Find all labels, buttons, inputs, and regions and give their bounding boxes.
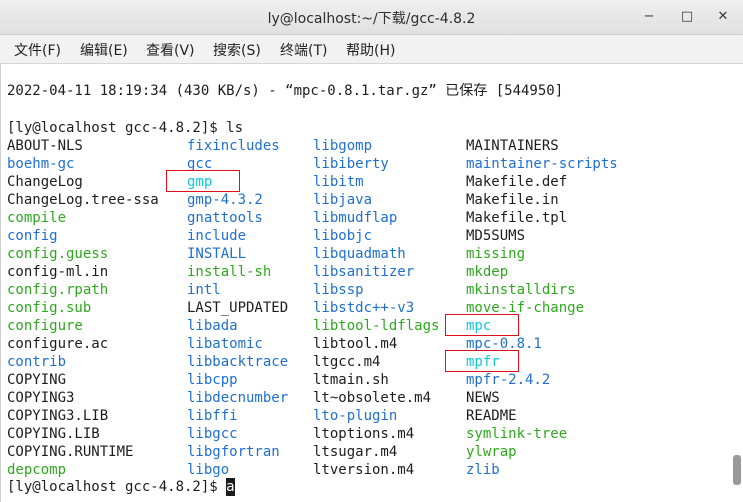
- ls-entry: fixincludes: [187, 138, 280, 154]
- ls-entry: LAST_UPDATED: [187, 300, 289, 316]
- ls-entry: libtool-ldflags: [313, 318, 440, 334]
- ls-entry: ltsugar.m4: [313, 444, 398, 460]
- ls-entry: ABOUT-NLS: [7, 138, 83, 154]
- menu-view[interactable]: 查看(V): [146, 40, 195, 60]
- ls-entry: libitm: [313, 174, 364, 190]
- ls-entry: intl: [187, 282, 221, 298]
- ls-entry: ChangeLog: [7, 174, 83, 190]
- ls-entry: COPYING3: [7, 390, 75, 406]
- ls-entry: include: [187, 228, 247, 244]
- ls-entry: configure: [7, 318, 83, 334]
- ls-entry: mpfr-2.4.2: [466, 372, 551, 388]
- ls-entry: config-ml.in: [7, 264, 109, 280]
- menu-help[interactable]: 帮助(H): [346, 40, 395, 60]
- ls-entry: libcpp: [187, 372, 238, 388]
- window-title: ly@localhost:~/下载/gcc-4.8.2: [267, 11, 476, 27]
- ls-entry: libobjc: [313, 228, 373, 244]
- ls-entry: gmp-4.3.2: [187, 192, 263, 208]
- ls-entry: missing: [466, 246, 526, 262]
- ls-entry: libsanitizer: [313, 264, 415, 280]
- scrollbar-thumb[interactable]: [733, 455, 741, 485]
- ls-entry: ltversion.m4: [313, 462, 415, 478]
- ls-entry: libffi: [187, 408, 238, 424]
- ls-entry: maintainer-scripts: [466, 156, 618, 172]
- ls-entry: libssp: [313, 282, 364, 298]
- ls-entry: libquadmath: [313, 246, 406, 262]
- ls-entry: libmudflap: [313, 210, 398, 226]
- close-icon[interactable]: ✕: [712, 6, 734, 28]
- ls-entry: libjava: [313, 192, 373, 208]
- ls-entry: mkinstalldirs: [466, 282, 576, 298]
- ls-entry: libdecnumber: [187, 390, 289, 406]
- ls-entry: COPYING: [7, 372, 67, 388]
- ls-entry: config: [7, 228, 58, 244]
- menu-bar: 文件(F) 编辑(E) 查看(V) 搜索(S) 终端(T) 帮助(H): [0, 35, 743, 64]
- ls-entry: install-sh: [187, 264, 272, 280]
- ls-entry: config.sub: [7, 300, 92, 316]
- ls-entry: libgcc: [187, 426, 238, 442]
- download-status-line: 2022-04-11 18:19:34 (430 KB/s) - “mpc-0.…: [7, 83, 564, 99]
- ls-entry: INSTALL: [187, 246, 247, 262]
- ls-entry: config.rpath: [7, 282, 109, 298]
- ls-entry: libgo: [187, 462, 230, 478]
- terminal-area[interactable]: 2022-04-11 18:19:34 (430 KB/s) - “mpc-0.…: [0, 64, 743, 502]
- maximize-icon[interactable]: □: [676, 6, 698, 28]
- ls-entry: depcomp: [7, 462, 67, 478]
- ls-entry: MAINTAINERS: [466, 138, 559, 154]
- ls-entry: libada: [187, 318, 238, 334]
- current-prompt[interactable]: [ly@localhost gcc-4.8.2]$ a: [7, 478, 235, 496]
- menu-terminal[interactable]: 终端(T): [280, 40, 327, 60]
- ls-entry: mkdep: [466, 264, 509, 280]
- window-titlebar[interactable]: ly@localhost:~/下载/gcc-4.8.2 − □ ✕: [0, 0, 743, 35]
- ls-entry: boehm-gc: [7, 156, 75, 172]
- typed-input[interactable]: a: [226, 478, 235, 496]
- ls-entry: Makefile.tpl: [466, 210, 568, 226]
- ls-entry: ltmain.sh: [313, 372, 389, 388]
- window-edge: [0, 64, 1, 502]
- ls-entry: config.guess: [7, 246, 109, 262]
- ls-entry: configure.ac: [7, 336, 109, 352]
- ls-command-line: [ly@localhost gcc-4.8.2]$ ls: [7, 120, 244, 136]
- ls-entry: ChangeLog.tree-ssa: [7, 192, 159, 208]
- ls-entry: NEWS: [466, 390, 500, 406]
- ls-entry: ltgcc.m4: [313, 354, 381, 370]
- ls-entry: Makefile.def: [466, 174, 568, 190]
- ls-entry: libbacktrace: [187, 354, 289, 370]
- minimize-icon[interactable]: −: [638, 6, 660, 28]
- ls-entry: lto-plugin: [313, 408, 398, 424]
- ls-entry: contrib: [7, 354, 67, 370]
- highlight-box: [445, 314, 519, 336]
- ls-entry: COPYING.RUNTIME: [7, 444, 134, 460]
- ls-entry: COPYING.LIB: [7, 426, 100, 442]
- highlight-box: [445, 350, 519, 372]
- ls-entry: README: [466, 408, 517, 424]
- ls-entry: lt~obsolete.m4: [313, 390, 432, 406]
- ls-entry: MD5SUMS: [466, 228, 526, 244]
- menu-edit[interactable]: 编辑(E): [80, 40, 128, 60]
- ls-entry: zlib: [466, 462, 500, 478]
- ls-entry: COPYING3.LIB: [7, 408, 109, 424]
- highlight-box: [166, 170, 240, 192]
- ls-entry: compile: [7, 210, 67, 226]
- ls-entry: Makefile.in: [466, 192, 559, 208]
- ls-entry: libstdc++-v3: [313, 300, 415, 316]
- ls-entry: libatomic: [187, 336, 263, 352]
- ls-entry: libgfortran: [187, 444, 280, 460]
- ls-entry: libiberty: [313, 156, 389, 172]
- ls-entry: symlink-tree: [466, 426, 568, 442]
- menu-search[interactable]: 搜索(S): [213, 40, 261, 60]
- menu-file[interactable]: 文件(F): [14, 40, 61, 60]
- prompt-text: [ly@localhost gcc-4.8.2]$: [7, 479, 227, 495]
- ls-entry: ylwrap: [466, 444, 517, 460]
- ls-entry: libtool.m4: [313, 336, 398, 352]
- ls-entry: libgomp: [313, 138, 373, 154]
- ls-entry: gnattools: [187, 210, 263, 226]
- ls-entry: ltoptions.m4: [313, 426, 415, 442]
